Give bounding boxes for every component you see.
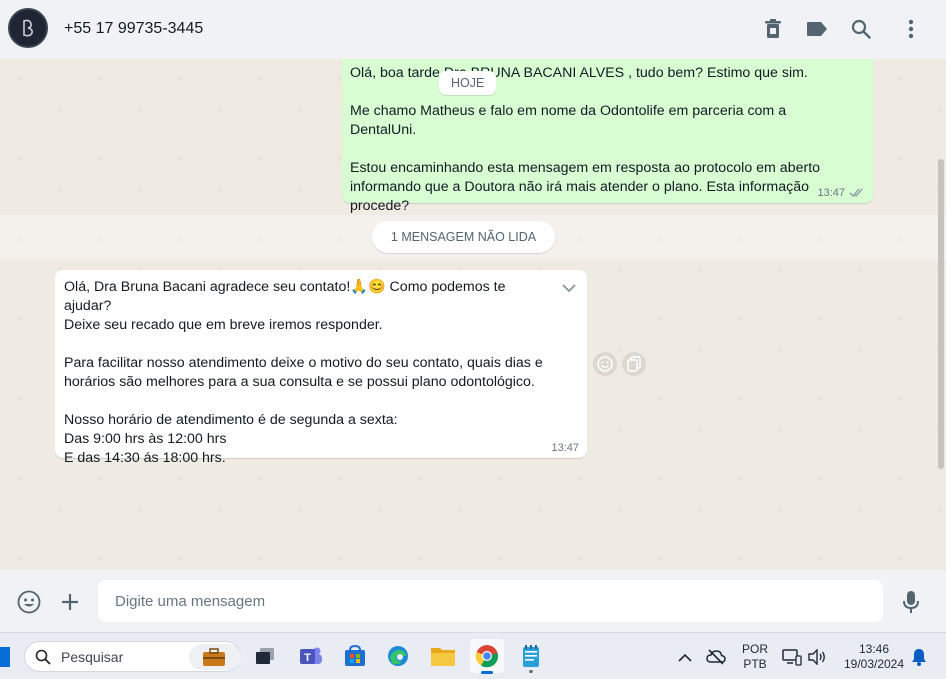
microphone-icon[interactable] [898, 589, 924, 615]
message-input[interactable] [98, 580, 883, 622]
unread-messages-badge: 1 mensagem não lida [372, 221, 555, 253]
chrome-icon[interactable] [470, 639, 504, 674]
outgoing-message-meta: 13:47 [817, 187, 865, 199]
chat-header: +55 17 99735-3445 [0, 0, 946, 59]
teams-icon[interactable]: T [294, 639, 328, 673]
trash-icon[interactable] [761, 17, 785, 41]
contact-avatar[interactable] [8, 8, 48, 48]
contact-name[interactable]: +55 17 99735-3445 [64, 20, 203, 38]
network-icon[interactable] [782, 647, 802, 667]
outgoing-message[interactable]: Olá, boa tarde Dra BRUNA BACANI ALVES , … [342, 59, 873, 214]
incoming-message-time: 13:47 [551, 442, 579, 454]
notification-bell-icon[interactable] [909, 647, 929, 667]
active-app-indicator [481, 671, 493, 674]
language-indicator[interactable]: POR PTB [740, 642, 770, 672]
clock-time: 13:46 [858, 642, 890, 656]
avatar-logo-icon [23, 19, 33, 37]
double-check-icon [849, 188, 863, 197]
task-view-icon[interactable] [248, 639, 282, 673]
outgoing-message-text: Olá, boa tarde Dra BRUNA BACANI ALVES , … [350, 65, 821, 214]
attach-plus-icon[interactable] [57, 589, 83, 615]
menu-icon[interactable] [899, 17, 923, 41]
running-app-indicator [529, 670, 533, 673]
start-button[interactable] [0, 647, 10, 667]
message-composer [0, 570, 946, 632]
clock-date: 19/03/2024 [843, 657, 905, 671]
chevron-up-icon[interactable] [675, 647, 695, 667]
label-icon[interactable] [805, 17, 829, 41]
chat-area[interactable]: Olá, boa tarde Dra BRUNA BACANI ALVES , … [0, 59, 946, 570]
search-icon [35, 649, 51, 665]
cloud-offline-icon[interactable] [706, 647, 726, 667]
file-explorer-icon[interactable] [426, 639, 460, 673]
windows-taskbar: Pesquisar T POR PTB 13:46 19/03/2024 [0, 632, 946, 679]
notepad-icon[interactable] [514, 639, 548, 673]
forward-copy-icon[interactable] [622, 352, 646, 376]
keyboard-layout: PTB [743, 657, 767, 671]
search-icon[interactable] [849, 17, 873, 41]
incoming-message-text: Olá, Dra Bruna Bacani agradece seu conta… [64, 279, 543, 466]
react-emoji-icon[interactable] [593, 352, 617, 376]
clock[interactable]: 13:46 19/03/2024 [836, 642, 912, 672]
text-fade [513, 276, 553, 298]
svg-text:T: T [304, 652, 311, 664]
chevron-down-icon[interactable] [559, 278, 579, 298]
language-code: POR [741, 642, 768, 656]
date-chip: HOJE [439, 71, 497, 95]
taskbar-search[interactable]: Pesquisar [24, 641, 241, 672]
microsoft-store-icon[interactable] [338, 639, 372, 673]
briefcase-icon [189, 644, 241, 670]
edge-icon[interactable] [381, 639, 415, 673]
emoji-icon[interactable] [16, 589, 42, 615]
chat-scrollbar[interactable] [938, 159, 944, 469]
taskbar-search-label: Pesquisar [61, 649, 124, 665]
outgoing-message-time: 13:47 [817, 187, 845, 199]
volume-icon[interactable] [807, 647, 827, 667]
incoming-message[interactable]: Olá, Dra Bruna Bacani agradece seu conta… [55, 270, 587, 466]
